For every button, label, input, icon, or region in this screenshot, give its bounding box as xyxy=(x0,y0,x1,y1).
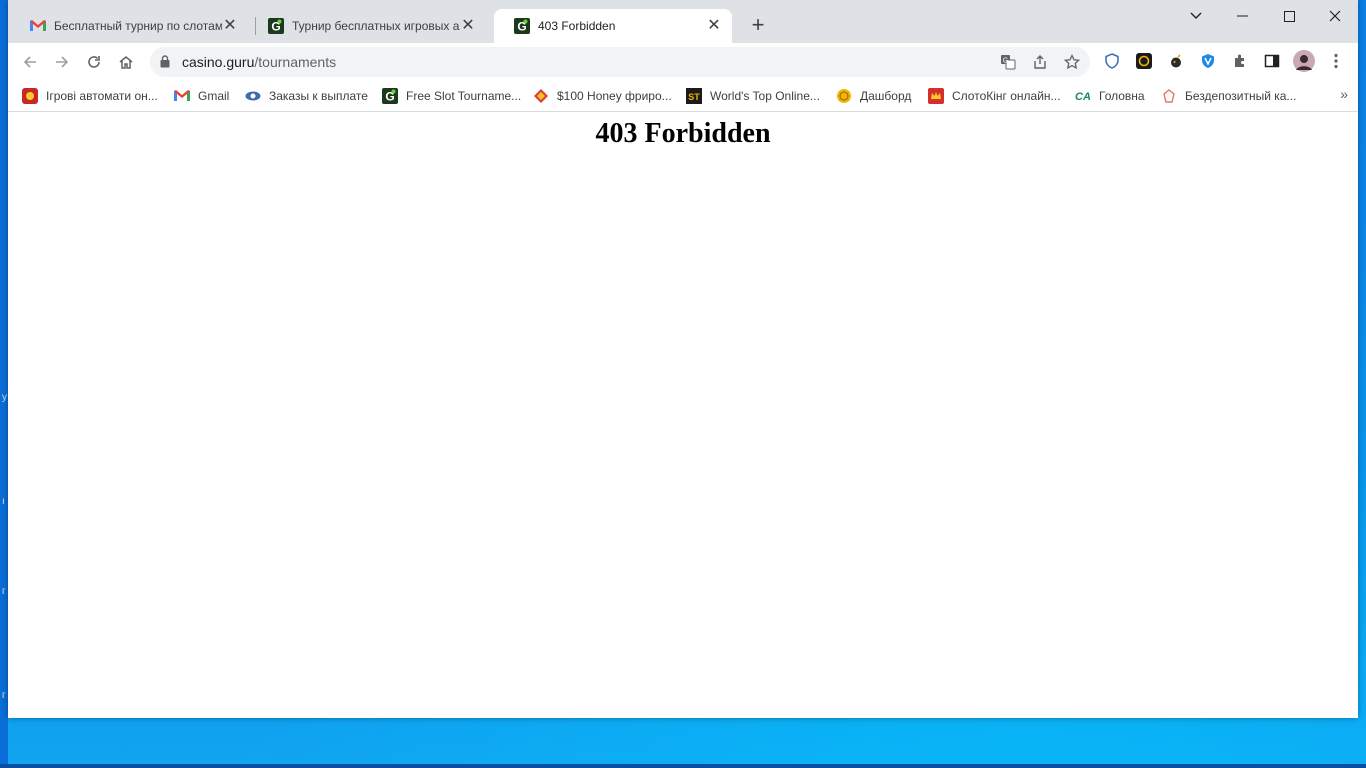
gmail-icon xyxy=(30,18,46,34)
arrow-left-icon xyxy=(23,56,36,68)
browser-toolbar: casino.guru/tournaments G xyxy=(8,43,1358,80)
tab-title: Турнир бесплатных игровых ав xyxy=(292,19,460,33)
diamond-icon xyxy=(533,88,549,104)
tab-gmail-tournament[interactable]: Бесплатный турнир по слотам с ✕ xyxy=(10,9,248,43)
st-icon: ST xyxy=(686,88,702,104)
bookmark-label: Free Slot Tourname... xyxy=(406,89,522,103)
bookmark-worlds-top-online[interactable]: ST World's Top Online... xyxy=(686,86,820,106)
svg-text:CA: CA xyxy=(1075,91,1091,103)
svg-text:G: G xyxy=(1003,58,1008,65)
bookmark-label: Дашборд xyxy=(860,89,912,103)
forward-button[interactable] xyxy=(49,49,75,75)
bookmark-label: Заказы к выплате xyxy=(269,89,368,103)
reload-button[interactable] xyxy=(81,49,107,75)
page-content: 403 Forbidden xyxy=(8,112,1358,718)
reload-icon xyxy=(88,56,100,68)
svg-text:ST: ST xyxy=(688,92,700,102)
cards-icon xyxy=(1161,88,1177,104)
vpn-shield-icon[interactable] xyxy=(1198,51,1218,71)
slot-icon xyxy=(22,88,38,104)
bookmarks-bar: Ігрові автомати он... Gmail Заказы к вып… xyxy=(8,80,1358,112)
gmail-icon xyxy=(174,88,190,104)
crown-icon xyxy=(928,88,944,104)
page-title: 403 Forbidden xyxy=(595,118,771,149)
bookmark-label: $100 Honey фриро... xyxy=(557,89,672,103)
chevron-down-icon xyxy=(1190,12,1202,19)
side-panel-icon[interactable] xyxy=(1262,51,1282,71)
bookmarks-overflow-icon[interactable]: » xyxy=(1340,86,1348,102)
translate-icon[interactable]: G xyxy=(998,52,1018,72)
bookmark-holovna[interactable]: CA Головна xyxy=(1075,86,1145,106)
bookmark-label: Бездепозитный ка... xyxy=(1185,89,1297,103)
maximize-icon xyxy=(1283,10,1295,22)
bookmark-label: СлотоКінг онлайн... xyxy=(952,89,1061,103)
lock-icon xyxy=(160,55,170,73)
casino-guru-icon: G xyxy=(268,18,284,34)
minimize-icon xyxy=(1236,15,1248,17)
home-button[interactable] xyxy=(113,49,139,75)
close-window-button[interactable] xyxy=(1312,0,1358,32)
bookmark-zakazy[interactable]: Заказы к выплате xyxy=(245,86,368,106)
new-tab-button[interactable]: + xyxy=(745,13,771,39)
bookmark-free-slot-tournaments[interactable]: G Free Slot Tourname... xyxy=(382,86,521,106)
bookmark-star-icon[interactable] xyxy=(1062,52,1082,72)
tab-403-forbidden[interactable]: G 403 Forbidden ✕ xyxy=(494,9,732,43)
desktop-icon-label-fragment: г xyxy=(2,690,6,701)
arrow-right-icon xyxy=(56,56,69,68)
crypto-extension-icon[interactable] xyxy=(1134,51,1154,71)
eye-icon xyxy=(245,88,261,104)
avatar[interactable] xyxy=(1293,50,1315,72)
tab-close-icon[interactable]: ✕ xyxy=(222,18,238,34)
casino-guru-icon: G xyxy=(514,18,530,34)
url-host: casino.guru xyxy=(182,54,255,70)
tab-close-icon[interactable]: ✕ xyxy=(706,18,722,34)
desktop-icon-label-fragment: г xyxy=(2,586,6,597)
bookmark-label: Головна xyxy=(1099,89,1145,103)
tab-title: Бесплатный турнир по слотам с xyxy=(54,19,222,33)
maximize-button[interactable] xyxy=(1266,0,1312,32)
tab-search-button[interactable] xyxy=(1173,0,1219,32)
desktop-icon-label-fragment: ı xyxy=(2,496,5,507)
back-button[interactable] xyxy=(17,49,43,75)
url-path: /tournaments xyxy=(254,54,337,70)
browser-window: Бесплатный турнир по слотам с ✕ G Турнир… xyxy=(8,0,1358,718)
bookmark-bezdepozitnyi[interactable]: Бездепозитный ка... xyxy=(1161,86,1296,106)
bookmark-slotoking[interactable]: СлотоКінг онлайн... xyxy=(928,86,1061,106)
desktop-icon-label-fragment: у xyxy=(2,392,7,403)
bookmark-label: Ігрові автомати он... xyxy=(46,89,158,103)
shield-extension-icon[interactable] xyxy=(1102,51,1122,71)
extensions-puzzle-icon[interactable] xyxy=(1230,51,1250,71)
menu-kebab-icon[interactable] xyxy=(1326,51,1346,71)
bookmark-label: World's Top Online... xyxy=(710,89,820,103)
bookmark-honey-freeroll[interactable]: $100 Honey фриро... xyxy=(533,86,672,106)
minimize-button[interactable] xyxy=(1219,0,1265,32)
taskbar-edge xyxy=(0,764,1366,768)
close-icon xyxy=(1329,10,1341,22)
home-icon xyxy=(119,56,133,69)
share-icon[interactable] xyxy=(1030,52,1050,72)
ca-icon: CA xyxy=(1075,88,1091,104)
bookmark-dashbord[interactable]: Дашборд xyxy=(836,86,911,106)
bomb-extension-icon[interactable] xyxy=(1166,51,1186,71)
tab-free-slot-tournament[interactable]: G Турнир бесплатных игровых ав ✕ xyxy=(248,9,486,43)
tab-close-icon[interactable]: ✕ xyxy=(460,18,476,34)
coin-icon xyxy=(836,88,852,104)
url-text: casino.guru/tournaments xyxy=(182,54,336,70)
bookmark-igrovi-avtomaty[interactable]: Ігрові автомати он... xyxy=(22,86,158,106)
tab-strip: Бесплатный турнир по слотам с ✕ G Турнир… xyxy=(8,0,1358,43)
bookmark-gmail[interactable]: Gmail xyxy=(174,86,229,106)
bookmark-label: Gmail xyxy=(198,89,230,103)
tab-title: 403 Forbidden xyxy=(538,19,616,33)
address-bar[interactable]: casino.guru/tournaments G xyxy=(150,47,1090,77)
desktop-edge: у ı г г xyxy=(0,0,8,768)
casino-guru-icon: G xyxy=(382,88,398,104)
